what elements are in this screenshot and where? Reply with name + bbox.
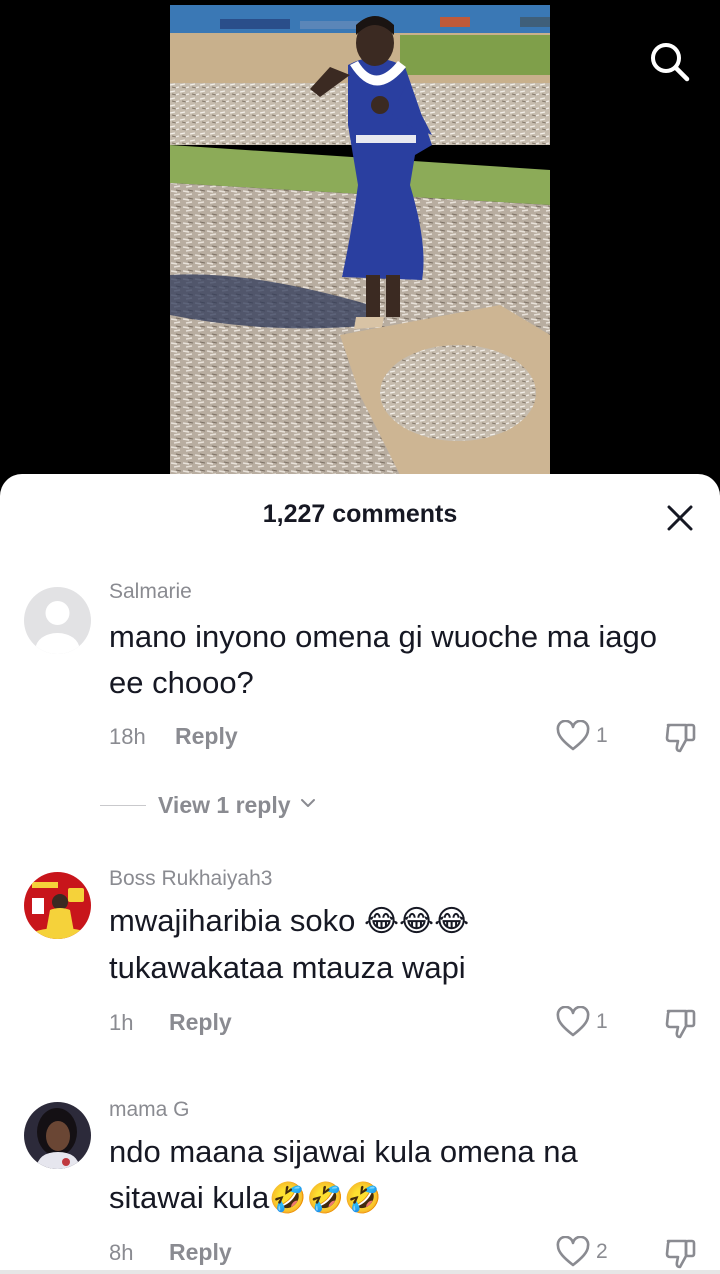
comment-username[interactable]: mama G bbox=[109, 1098, 190, 1122]
heart-icon bbox=[556, 720, 590, 751]
comment-time: 8h bbox=[109, 1240, 134, 1265]
view-replies-label: View 1 reply bbox=[158, 792, 291, 818]
default-avatar-icon bbox=[24, 587, 91, 654]
comment-time: 18h bbox=[109, 724, 146, 749]
dislike-button[interactable] bbox=[664, 720, 698, 754]
comments-count: 1,227 comments bbox=[262, 500, 458, 528]
avatar[interactable] bbox=[24, 872, 91, 939]
reply-button[interactable]: Reply bbox=[169, 1239, 232, 1266]
search-button[interactable] bbox=[646, 38, 692, 84]
heart-icon bbox=[556, 1236, 590, 1267]
profile-photo-avatar-icon bbox=[24, 1102, 91, 1169]
avatar[interactable] bbox=[24, 587, 91, 654]
like-button[interactable]: 1 bbox=[556, 720, 616, 754]
comment-text: mano inyono omena gi wuoche ma iago ee c… bbox=[109, 619, 658, 700]
comment-time: 1h bbox=[109, 1010, 134, 1035]
close-button[interactable] bbox=[662, 500, 698, 536]
chevron-down-icon bbox=[301, 799, 315, 807]
heart-icon bbox=[556, 1006, 590, 1037]
thumbs-down-icon bbox=[665, 723, 696, 753]
comment-text-line1: mwajiharibia soko bbox=[109, 903, 364, 938]
thumbs-down-icon bbox=[665, 1009, 696, 1039]
bottom-divider bbox=[0, 1270, 720, 1274]
shop-logo-avatar-icon bbox=[24, 872, 91, 939]
comment-username[interactable]: Boss Rukhaiyah3 bbox=[109, 867, 272, 891]
reply-button[interactable]: Reply bbox=[169, 1009, 232, 1036]
like-count: 1 bbox=[596, 1010, 608, 1033]
video-scene-image bbox=[170, 5, 550, 475]
like-button[interactable]: 2 bbox=[556, 1236, 616, 1270]
dislike-button[interactable] bbox=[664, 1236, 698, 1270]
search-icon bbox=[651, 43, 690, 82]
replies-divider bbox=[100, 805, 146, 806]
video-player[interactable] bbox=[0, 0, 720, 480]
reply-button[interactable]: Reply bbox=[175, 723, 238, 750]
comment-text: ndo maana sijawai kula omena na sitawai … bbox=[109, 1129, 669, 1222]
like-count: 2 bbox=[596, 1240, 608, 1263]
like-button[interactable]: 1 bbox=[556, 1006, 616, 1040]
dislike-button[interactable] bbox=[664, 1006, 698, 1040]
comments-sheet: 1,227 comments Salmarie mano inyono omen… bbox=[0, 474, 720, 1274]
laughing-emoji: 😂😂😂 bbox=[364, 904, 470, 939]
comment-username[interactable]: Salmarie bbox=[109, 580, 192, 604]
comment-text-line2: tukawakataa mtauza wapi bbox=[109, 950, 466, 985]
like-count: 1 bbox=[596, 724, 608, 747]
rofl-emoji: 🤣🤣🤣 bbox=[269, 1181, 382, 1216]
video-thumbnail[interactable] bbox=[170, 5, 550, 475]
close-icon bbox=[667, 505, 693, 531]
comment-text: mwajiharibia soko 😂😂😂 tukawakataa mtauza … bbox=[109, 898, 699, 991]
thumbs-down-icon bbox=[665, 1239, 696, 1269]
comments-header: 1,227 comments bbox=[0, 474, 720, 558]
avatar[interactable] bbox=[24, 1102, 91, 1169]
